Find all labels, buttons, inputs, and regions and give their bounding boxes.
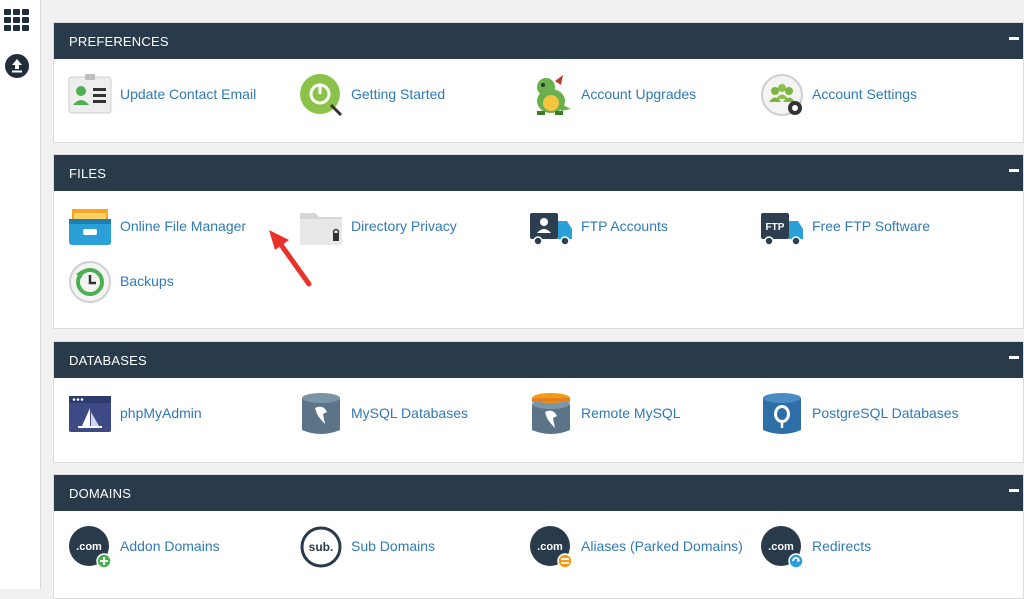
mysql-database-icon bbox=[302, 393, 340, 434]
item-phpmyadmin[interactable]: phpMyAdmin bbox=[68, 390, 248, 438]
item-label: Directory Privacy bbox=[351, 218, 457, 234]
section-domains: DOMAINS .com Addon Domains sub. Sub Doma… bbox=[53, 474, 1024, 599]
section-title: DOMAINS bbox=[69, 486, 132, 501]
dotcom-text: .com bbox=[76, 541, 102, 553]
item-mysql-databases[interactable]: MySQL Databases bbox=[299, 390, 489, 438]
item-sub-domains[interactable]: sub. Sub Domains bbox=[299, 523, 479, 571]
ftp-text: FTP bbox=[766, 222, 785, 233]
item-remote-mysql[interactable]: Remote MySQL bbox=[529, 390, 709, 438]
item-label: Getting Started bbox=[351, 86, 446, 102]
section-databases: DATABASES phpMyAdmin MySQL Databases Rem… bbox=[53, 341, 1024, 463]
upload-icon[interactable] bbox=[5, 54, 29, 78]
item-label: Account Upgrades bbox=[581, 86, 697, 102]
item-label: Remote MySQL bbox=[581, 405, 681, 421]
subdomain-icon: sub. bbox=[300, 526, 342, 568]
item-label: phpMyAdmin bbox=[120, 405, 202, 421]
section-title: FILES bbox=[69, 166, 107, 181]
item-postgresql-databases[interactable]: PostgreSQL Databases bbox=[760, 390, 980, 438]
item-getting-started[interactable]: Getting Started bbox=[299, 71, 479, 119]
item-label: Update Contact Email bbox=[120, 86, 257, 102]
dotcom-redirect-icon: .com bbox=[761, 526, 804, 569]
item-account-upgrades[interactable]: Account Upgrades bbox=[529, 71, 719, 119]
getting-started-icon bbox=[300, 74, 343, 117]
item-aliases-parked-domains[interactable]: .com Aliases (Parked Domains) bbox=[529, 523, 759, 571]
item-label: Account Settings bbox=[812, 86, 918, 102]
backup-clock-icon bbox=[69, 261, 111, 303]
item-online-file-manager[interactable]: Online File Manager bbox=[68, 203, 268, 251]
item-label: Online File Manager bbox=[120, 218, 247, 234]
item-free-ftp-software[interactable]: FTP Free FTP Software bbox=[760, 203, 960, 251]
section-title: PREFERENCES bbox=[69, 34, 169, 49]
ftp-truck-icon: FTP bbox=[761, 213, 803, 246]
dragon-mascot-icon bbox=[537, 75, 571, 115]
item-update-contact-email[interactable]: Update Contact Email bbox=[68, 71, 278, 119]
item-label: Backups bbox=[120, 273, 174, 289]
collapse-icon[interactable] bbox=[1009, 169, 1019, 172]
postgresql-database-icon bbox=[763, 393, 801, 434]
collapse-icon[interactable] bbox=[1009, 356, 1019, 359]
ftp-truck-user-icon bbox=[530, 213, 572, 246]
section-title: DATABASES bbox=[69, 353, 147, 368]
users-settings-icon bbox=[761, 74, 803, 116]
dotcom-add-icon: .com bbox=[69, 526, 112, 569]
sub-text: sub. bbox=[309, 540, 334, 554]
file-manager-drawer-icon bbox=[69, 209, 111, 245]
contact-card-icon bbox=[68, 74, 112, 114]
item-label: Aliases (Parked Domains) bbox=[581, 538, 743, 554]
dotcom-alias-icon: .com bbox=[530, 526, 573, 569]
apps-grid-icon[interactable] bbox=[4, 9, 29, 31]
item-label: Redirects bbox=[812, 538, 872, 554]
sidebar bbox=[0, 0, 41, 589]
item-ftp-accounts[interactable]: FTP Accounts bbox=[529, 203, 709, 251]
collapse-icon[interactable] bbox=[1009, 489, 1019, 492]
section-header-preferences[interactable]: PREFERENCES bbox=[54, 23, 1023, 59]
section-header-domains[interactable]: DOMAINS bbox=[54, 475, 1023, 511]
item-directory-privacy[interactable]: Directory Privacy bbox=[299, 203, 479, 251]
collapse-icon[interactable] bbox=[1009, 37, 1019, 40]
item-label: FTP Accounts bbox=[581, 218, 668, 234]
annotation-arrow-icon bbox=[269, 230, 312, 287]
item-backups[interactable]: Backups bbox=[68, 258, 228, 306]
item-addon-domains[interactable]: .com Addon Domains bbox=[68, 523, 248, 571]
item-label: Sub Domains bbox=[351, 538, 436, 554]
section-header-files[interactable]: FILES bbox=[54, 155, 1023, 191]
item-label: PostgreSQL Databases bbox=[812, 405, 959, 421]
dotcom-text: .com bbox=[537, 541, 563, 553]
item-redirects[interactable]: .com Redirects bbox=[760, 523, 920, 571]
item-label: Free FTP Software bbox=[812, 218, 931, 234]
item-label: MySQL Databases bbox=[351, 405, 468, 421]
section-preferences: PREFERENCES Update Contact Email Getting… bbox=[53, 22, 1024, 143]
main-content: PREFERENCES Update Contact Email Getting… bbox=[53, 0, 1024, 599]
remote-mysql-database-icon bbox=[532, 393, 570, 434]
section-files: FILES Online File Manager Directory Priv… bbox=[53, 154, 1024, 329]
dotcom-text: .com bbox=[768, 541, 794, 553]
item-account-settings[interactable]: Account Settings bbox=[760, 71, 960, 119]
item-label: Addon Domains bbox=[120, 538, 220, 554]
section-header-databases[interactable]: DATABASES bbox=[54, 342, 1023, 378]
phpmyadmin-window-icon bbox=[69, 396, 111, 432]
